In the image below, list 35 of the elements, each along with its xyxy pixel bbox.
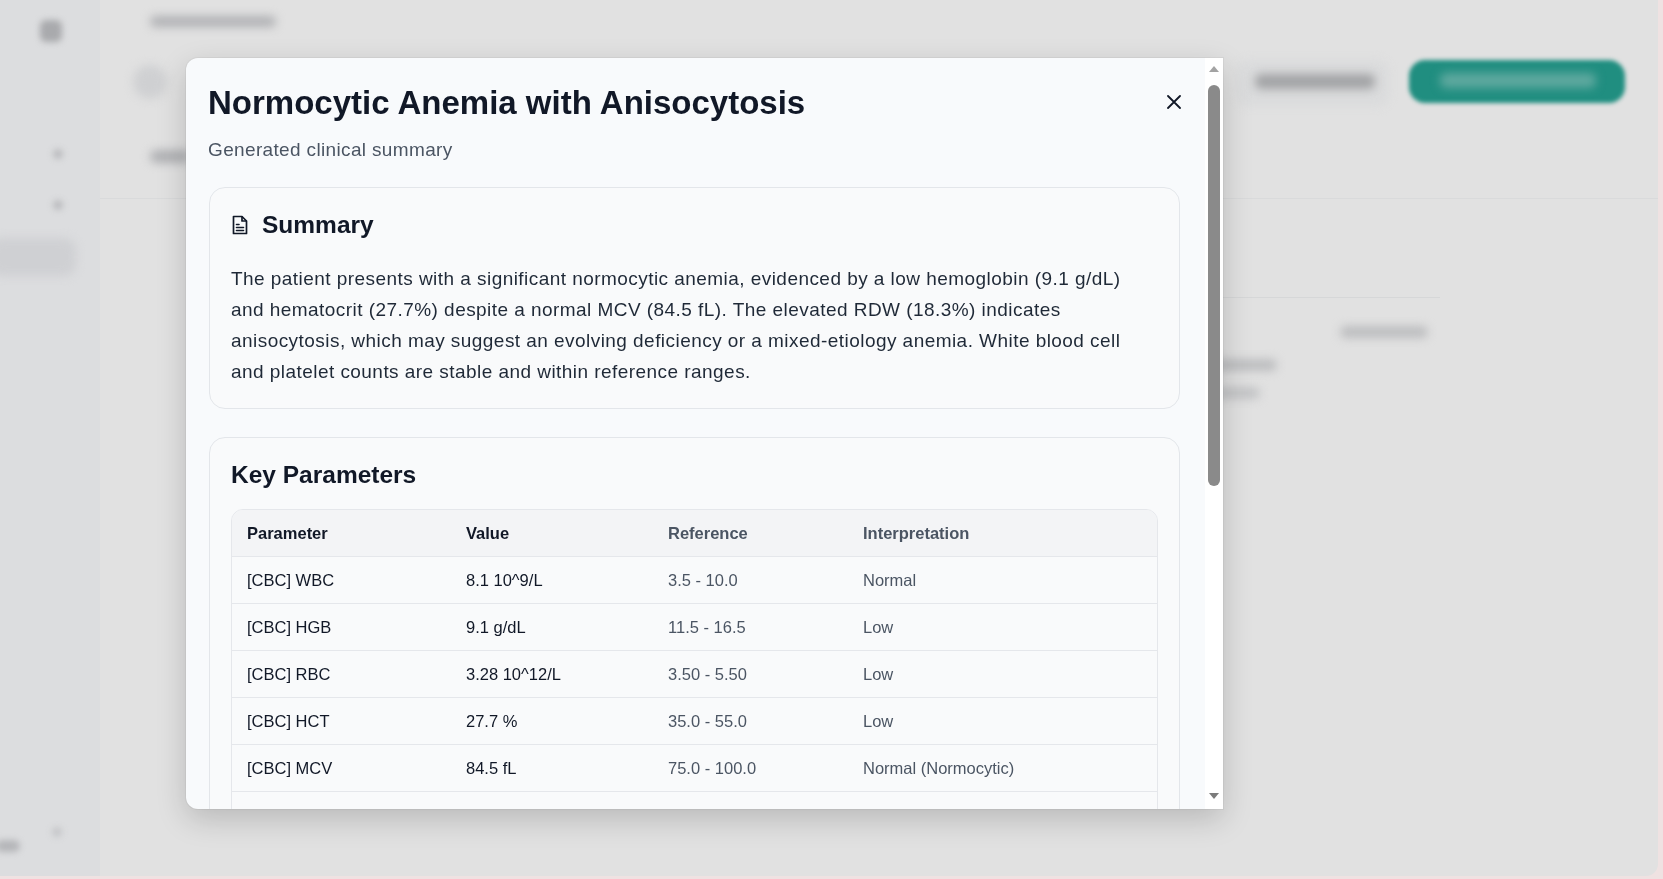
table-cell: 35.0 - 55.0 xyxy=(653,697,848,745)
table-cell: 11.5 - 16.5 xyxy=(653,603,848,651)
column-header: Value xyxy=(451,510,653,557)
table-cell: Low xyxy=(848,697,1157,745)
column-header: Reference xyxy=(653,510,848,557)
key-parameters-heading: Key Parameters xyxy=(231,460,417,490)
document-icon xyxy=(231,215,249,235)
column-header: Interpretation xyxy=(848,510,1157,557)
summary-heading: Summary xyxy=(262,210,374,240)
scrollbar-thumb[interactable] xyxy=(1208,85,1220,486)
table-cell: 3.5 - 10.0 xyxy=(653,556,848,604)
table-cell: Normal xyxy=(848,556,1157,604)
column-header: Parameter xyxy=(232,510,451,557)
table-cell: [CBC] MCV xyxy=(232,744,451,792)
table-cell: 84.5 fL xyxy=(451,744,653,792)
scroll-down-arrow-icon[interactable] xyxy=(1209,793,1219,799)
scrollbar-track[interactable] xyxy=(1205,58,1223,809)
table-cell: 75.0 - 100.0 xyxy=(653,744,848,792)
dialog-title: Normocytic Anemia with Anisocytosis xyxy=(208,84,806,122)
table-cell: 3.50 - 5.50 xyxy=(653,650,848,698)
table-cell: 3.28 10^12/L xyxy=(451,650,653,698)
scroll-up-arrow-icon[interactable] xyxy=(1209,66,1219,72)
table-cell: 27.7 % xyxy=(451,697,653,745)
summary-text: The patient presents with a significant normocytic anemia, evidenced by a low hemoglobin (9.1 g/dL) and hematocrit (27.7%) despite a normal MCV (84.5 fL). The elevated RDW (18.3%) indicates anisocytosis, which may suggest an evolving deficiency or a mixed-etiology anemia. White blood cell and platelet counts are stable and within reference ranges. xyxy=(231,267,1122,384)
table-cell: Normal (Normocytic) xyxy=(848,744,1157,792)
table-cell: 9.1 g/dL xyxy=(451,603,653,651)
table-cell: [CBC] HCT xyxy=(232,697,451,745)
table-cell: [CBC] HGB xyxy=(232,603,451,651)
dialog-subtitle: Generated clinical summary xyxy=(208,138,453,162)
table-cell: Low xyxy=(848,603,1157,651)
close-icon xyxy=(1167,95,1181,109)
table-cell: Low xyxy=(848,650,1157,698)
table-cell: 8.1 10^9/L xyxy=(451,556,653,604)
table-cell: [CBC] WBC xyxy=(232,556,451,604)
table-cell: [CBC] RBC xyxy=(232,650,451,698)
